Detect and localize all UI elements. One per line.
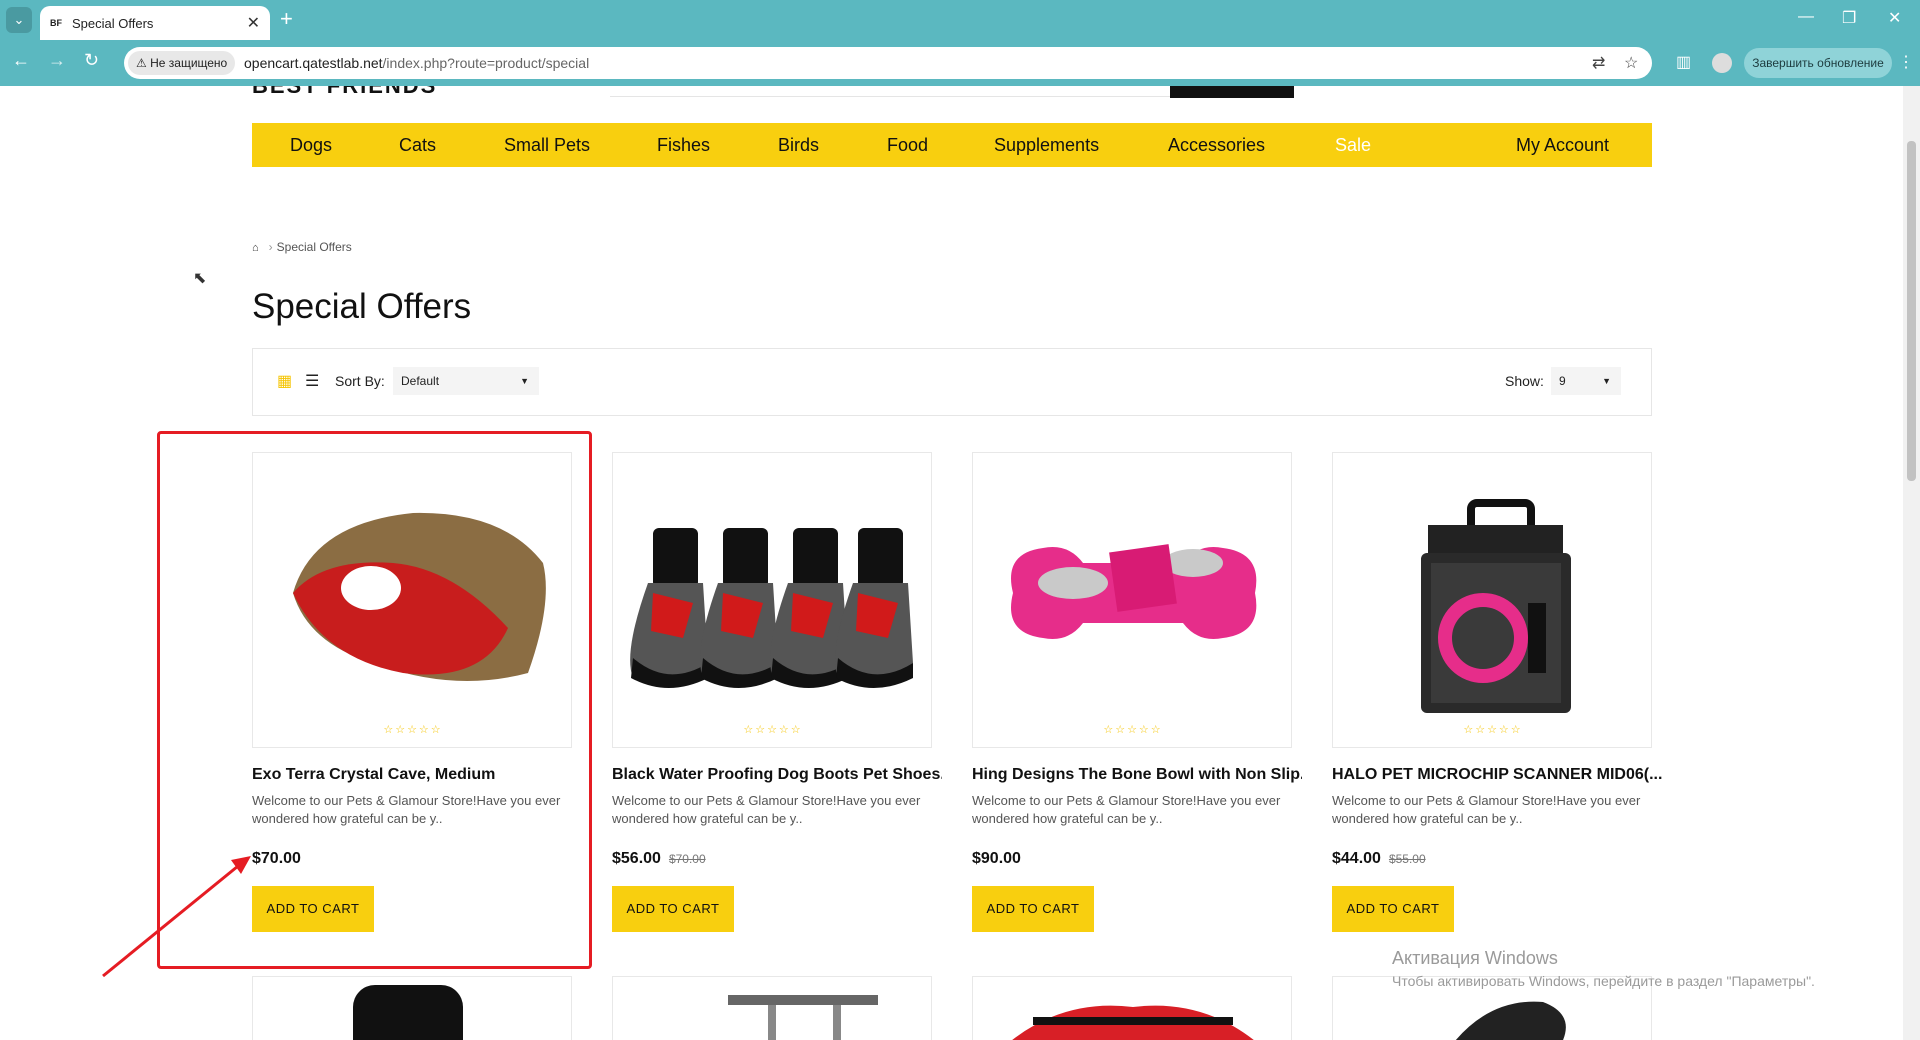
breadcrumb: ⌂ › Special Offers — [252, 240, 352, 254]
rating-stars-icon: ☆☆☆☆☆ — [1103, 724, 1163, 736]
product-image[interactable]: ☆☆☆☆☆ — [612, 452, 932, 748]
product-price: $56.00 $70.00 — [612, 850, 706, 868]
dog-boots-image — [630, 528, 913, 688]
price-old: $70.00 — [668, 852, 706, 866]
windows-activation-watermark: Активация Windows Чтобы активировать Win… — [1392, 948, 1815, 989]
sort-select[interactable]: Default ▼ — [393, 367, 539, 395]
sort-label: Sort By: — [335, 373, 385, 389]
price-old: $55.00 — [1388, 852, 1426, 866]
mouse-cursor-icon: ⬉ — [193, 270, 207, 287]
product-card[interactable] — [972, 976, 1292, 1040]
menu-item-supplements[interactable]: Supplements — [994, 135, 1099, 156]
menu-item-fishes[interactable]: Fishes — [657, 135, 710, 156]
product-name[interactable]: HALO PET MICROCHIP SCANNER MID06(... — [1332, 766, 1662, 784]
grid-view-icon[interactable]: ▦ — [277, 371, 292, 391]
menu-item-cats[interactable]: Cats — [399, 135, 436, 156]
scrollbar-thumb[interactable] — [1907, 141, 1916, 481]
sort-value: Default — [401, 374, 440, 388]
menu-item-dogs[interactable]: Dogs — [290, 135, 332, 156]
menu-item-my-account[interactable]: My Account — [1516, 135, 1609, 156]
product-price: $90.00 — [972, 850, 1021, 868]
rating-stars-icon: ☆☆☆☆☆ — [743, 724, 803, 736]
product-image[interactable]: ☆☆☆☆☆ — [972, 452, 1292, 748]
site-favicon-icon: BF — [50, 18, 62, 28]
window-close-icon[interactable]: ✕ — [1888, 8, 1901, 28]
product-description: Welcome to our Pets & Glamour Store!Have… — [1332, 793, 1641, 826]
breadcrumb-current[interactable]: Special Offers — [277, 240, 352, 254]
list-view-icon[interactable]: ☰ — [305, 371, 319, 391]
breadcrumb-separator: › — [268, 240, 273, 254]
annotation-arrow-icon — [102, 856, 251, 978]
product-card[interactable] — [252, 976, 572, 1040]
new-tab-icon[interactable]: + — [280, 6, 293, 32]
menu-kebab-icon[interactable]: ⋮ — [1898, 52, 1914, 72]
menu-item-small-pets[interactable]: Small Pets — [504, 135, 590, 156]
menu-item-sale[interactable]: Sale — [1335, 135, 1371, 156]
show-select[interactable]: 9 ▼ — [1551, 367, 1621, 395]
url-host: opencart.qatestlab.net — [244, 55, 383, 71]
product-description: Welcome to our Pets & Glamour Store!Have… — [612, 793, 921, 826]
search-button[interactable] — [1170, 86, 1294, 98]
url-text: opencart.qatestlab.net/index.php?route=p… — [244, 55, 589, 71]
search-input[interactable] — [610, 96, 1170, 97]
show-caret-icon: ▼ — [1602, 376, 1611, 386]
menu-item-birds[interactable]: Birds — [778, 135, 819, 156]
tab-close-icon[interactable]: ✕ — [247, 13, 260, 33]
security-chip[interactable]: ⚠ Не защищено — [128, 51, 236, 75]
add-to-cart-button[interactable]: ADD TO CART — [1332, 886, 1454, 932]
back-icon[interactable]: ← — [12, 50, 30, 71]
sort-caret-icon: ▼ — [520, 376, 529, 386]
show-label: Show: — [1505, 373, 1544, 389]
watermark-subtitle: Чтобы активировать Windows, перейдите в … — [1392, 973, 1815, 989]
home-icon[interactable]: ⌂ — [252, 242, 259, 254]
product-name[interactable]: Black Water Proofing Dog Boots Pet Shoes… — [612, 766, 942, 784]
minimize-icon[interactable]: — — [1798, 8, 1814, 26]
watermark-title: Активация Windows — [1392, 948, 1558, 968]
bookmark-star-icon[interactable]: ☆ — [1624, 53, 1638, 73]
price-current: $56.00 — [612, 850, 661, 867]
restore-icon[interactable]: ❐ — [1842, 8, 1856, 28]
menu-item-accessories[interactable]: Accessories — [1168, 135, 1265, 156]
microchip-scanner-image — [1421, 499, 1571, 713]
bone-bowl-image — [1011, 544, 1257, 639]
translate-icon[interactable]: ⇄ — [1592, 53, 1605, 73]
add-to-cart-button[interactable]: ADD TO CART — [972, 886, 1094, 932]
browser-tabbar: ⌄ BF Special Offers ✕ + — ❐ ✕ — [0, 0, 1920, 40]
product-filter-bar: ▦ ☰ Sort By: Default ▼ Show: 9 ▼ — [252, 348, 1652, 416]
product-price: $44.00 $55.00 — [1332, 850, 1426, 868]
product-image[interactable]: ☆☆☆☆☆ — [1332, 452, 1652, 748]
show-value: 9 — [1559, 374, 1566, 388]
reload-icon[interactable]: ↻ — [84, 50, 99, 71]
address-bar[interactable]: ⚠ Не защищено opencart.qatestlab.net/ind… — [124, 47, 1652, 79]
rating-stars-icon: ☆☆☆☆☆ — [1463, 724, 1523, 736]
main-menu: Dogs Cats Small Pets Fishes Birds Food S… — [252, 123, 1652, 167]
product-image — [1012, 1005, 1254, 1040]
menu-item-food[interactable]: Food — [887, 135, 928, 156]
product-image — [728, 995, 878, 1040]
product-image — [353, 985, 463, 1040]
tab-search-icon[interactable]: ⌄ — [6, 7, 32, 33]
browser-toolbar: ← → ↻ ⚠ Не защищено opencart.qatestlab.n… — [0, 40, 1920, 86]
price-current: $90.00 — [972, 850, 1021, 867]
add-to-cart-button[interactable]: ADD TO CART — [612, 886, 734, 932]
browser-tab[interactable]: BF Special Offers ✕ — [40, 6, 270, 40]
page-scrollbar[interactable] — [1903, 86, 1920, 1040]
page-title: Special Offers — [252, 287, 472, 326]
product-name[interactable]: Hing Designs The Bone Bowl with Non Slip… — [972, 766, 1302, 784]
product-description: Welcome to our Pets & Glamour Store!Have… — [972, 793, 1281, 826]
security-label: Не защищено — [150, 56, 228, 70]
price-current: $44.00 — [1332, 850, 1381, 867]
product-card[interactable] — [612, 976, 932, 1040]
url-path: /index.php?route=product/special — [382, 55, 590, 71]
tab-title: Special Offers — [72, 16, 154, 31]
update-button[interactable]: Завершить обновление — [1744, 48, 1892, 78]
store-logo[interactable]: BEST FRIENDS — [252, 86, 437, 96]
page-viewport: BEST FRIENDS Dogs Cats Small Pets Fishes… — [0, 86, 1920, 1040]
side-panel-icon[interactable]: ▥ — [1676, 52, 1691, 72]
forward-icon[interactable]: → — [48, 50, 66, 71]
profile-avatar[interactable] — [1712, 53, 1732, 73]
